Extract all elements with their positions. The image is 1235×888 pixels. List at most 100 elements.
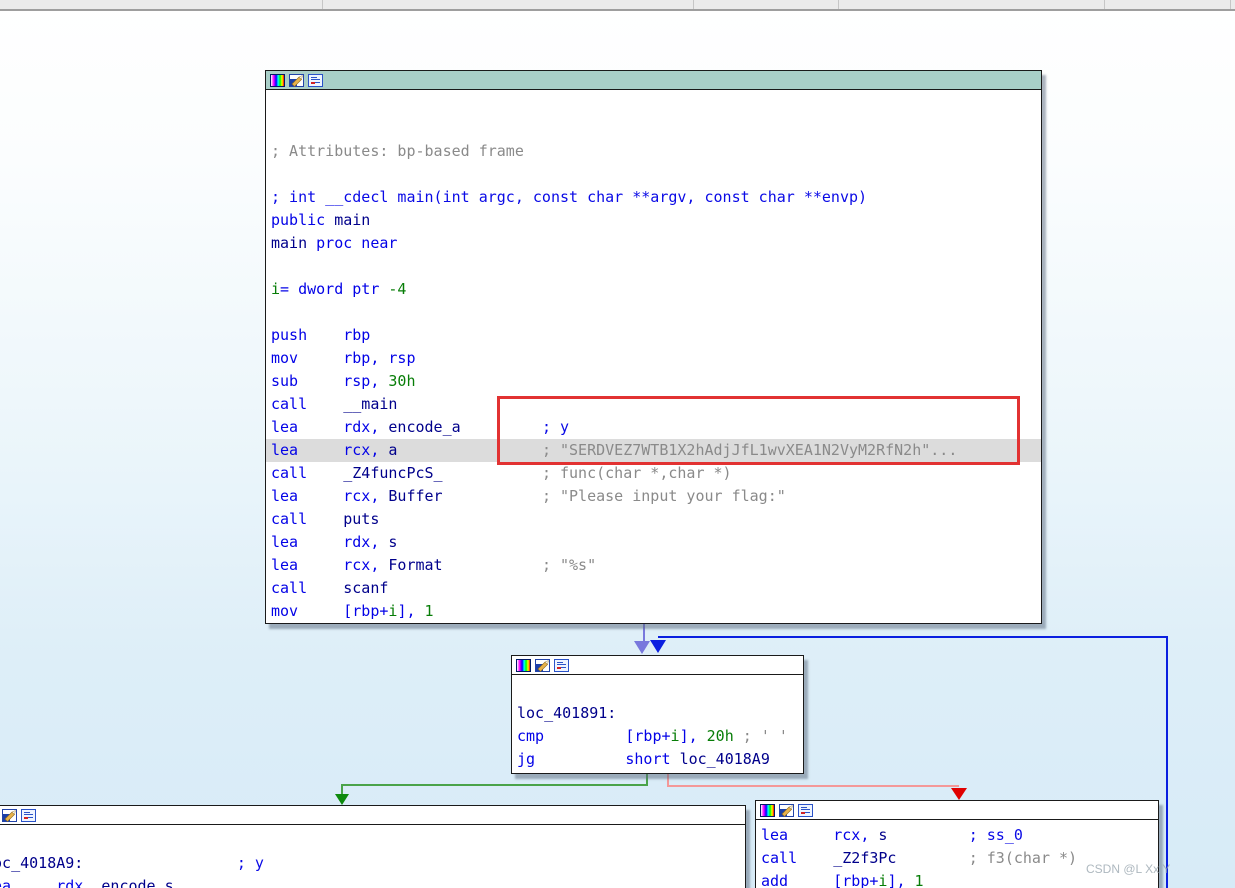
code-token-ins: lea rcx, — [761, 826, 879, 844]
node-color-icon[interactable] — [760, 803, 775, 817]
code-token-num: 30h — [388, 372, 416, 390]
edge-true-horizontal — [341, 784, 648, 786]
code-line[interactable]: jg short loc_4018A9 — [512, 748, 803, 771]
node-group-icon[interactable] — [21, 808, 36, 822]
code-line[interactable]: push rbp — [266, 324, 1041, 347]
code-token-ins: = dword ptr — [280, 280, 389, 298]
code-token-ins: lea rdx, — [271, 418, 389, 436]
node-group-icon[interactable] — [798, 803, 813, 817]
code-line[interactable]: lea rdx, s — [266, 531, 1041, 554]
code-line[interactable] — [266, 255, 1041, 278]
disassembly-code[interactable]: loc_4018A9: ; ylea rdx, encode_s — [0, 825, 745, 888]
code-token-name: loc_401891: — [517, 704, 617, 722]
code-token-var: i — [670, 727, 680, 745]
code-line[interactable] — [266, 94, 1041, 117]
code-line[interactable]: lea rcx, s ; ss_0 — [756, 824, 1158, 847]
arrowhead-loopback — [650, 640, 666, 653]
code-line[interactable]: mov rbp, rsp — [266, 347, 1041, 370]
arrowhead-fallthrough — [634, 641, 650, 654]
code-line[interactable]: i= dword ptr -4 — [266, 278, 1041, 301]
code-line[interactable]: mov [rbp+i], 1 — [266, 600, 1041, 623]
code-line[interactable]: public main — [266, 209, 1041, 232]
edge-false-horizontal — [667, 785, 959, 787]
code-line[interactable]: ; int __cdecl main(int argc, const char … — [266, 186, 1041, 209]
tab-separator — [322, 0, 323, 9]
code-token-name: encode_s — [101, 877, 174, 888]
code-line[interactable]: main proc near — [266, 232, 1041, 255]
code-token-name: s — [388, 533, 398, 551]
tab-separator — [693, 0, 694, 9]
code-line[interactable]: lea rcx, Format ; "%s" — [266, 554, 1041, 577]
basic-block-main[interactable]: ; Attributes: bp-based frame ; int __cde… — [265, 70, 1042, 624]
node-color-icon[interactable] — [516, 658, 531, 672]
code-token-ins: lea rdx, — [271, 533, 389, 551]
code-line[interactable]: sub rsp, 30h — [266, 370, 1041, 393]
code-line[interactable]: lea rdx, encode_s — [0, 875, 745, 888]
code-token-num: 20h — [706, 727, 734, 745]
node-title-bar[interactable] — [756, 801, 1158, 820]
disassembly-code[interactable]: loc_401891:cmp [rbp+i], 20h ; ' ' jg shor… — [512, 675, 803, 771]
tab-separator — [1230, 0, 1231, 9]
node-edit-icon[interactable] — [779, 803, 794, 817]
window-top-strip — [0, 0, 1235, 11]
code-token-cmt: ; "%s" — [541, 556, 597, 574]
disassembly-code[interactable]: lea rcx, s ; ss_0 call _Z2f3Pc ; f3(char … — [756, 820, 1158, 888]
code-line[interactable]: call scanf — [266, 577, 1041, 600]
code-line[interactable]: call _Z4funcPcS_ ; func(char *,char *) — [266, 462, 1041, 485]
node-title-bar[interactable] — [266, 71, 1041, 90]
code-line[interactable]: cmp [rbp+i], 20h ; ' ' — [512, 725, 803, 748]
code-token-ins: call — [271, 395, 344, 413]
code-token-cmt: ; func(char *,char *) — [541, 464, 732, 482]
code-token-ins: lea rcx, — [271, 556, 389, 574]
node-group-icon[interactable] — [308, 73, 323, 87]
basic-block-loc-401891[interactable]: loc_401891:cmp [rbp+i], 20h ; ' ' jg shor… — [511, 655, 804, 774]
node-edit-icon[interactable] — [535, 658, 550, 672]
code-line[interactable]: lea rcx, Buffer ; "Please input your fla… — [266, 485, 1041, 508]
code-token-ins: call — [271, 510, 344, 528]
node-edit-icon[interactable] — [289, 73, 304, 87]
basic-block-loc-4018A9[interactable]: loc_4018A9: ; ylea rdx, encode_s — [0, 805, 746, 888]
code-token-ins: public — [271, 211, 335, 229]
code-token-ins: ], — [887, 872, 915, 888]
node-group-icon[interactable] — [554, 658, 569, 672]
code-token-ins: lea rcx, — [271, 487, 389, 505]
code-token-cmt: ; f3(char *) — [968, 849, 1078, 867]
code-token-ins: ], — [397, 602, 425, 620]
code-token-name: loc_4018A9: — [0, 854, 84, 872]
code-token-name: main — [271, 234, 308, 252]
code-line[interactable] — [266, 117, 1041, 140]
code-line[interactable] — [266, 163, 1041, 186]
code-line[interactable]: loc_401891: — [512, 702, 803, 725]
code-token-cmtb: ; int __cdecl main(int argc, const char … — [271, 188, 868, 206]
code-token-ins: ], — [679, 727, 707, 745]
code-token-ins: mov rbp, rsp — [271, 349, 416, 367]
node-title-bar[interactable] — [0, 806, 745, 825]
code-line[interactable] — [0, 829, 745, 852]
node-title-bar[interactable] — [512, 656, 803, 675]
tab-separator — [838, 0, 839, 9]
code-line[interactable]: loc_4018A9: ; y — [0, 852, 745, 875]
edge-loopback-vertical — [1166, 636, 1168, 888]
code-line[interactable]: ; Attributes: bp-based frame — [266, 140, 1041, 163]
code-token-name: main — [334, 211, 371, 229]
code-token-cmt: ; Attributes: bp-based frame — [271, 142, 524, 160]
code-line[interactable] — [512, 679, 803, 702]
node-edit-icon[interactable] — [2, 808, 17, 822]
code-line[interactable] — [266, 301, 1041, 324]
code-line[interactable]: call puts — [266, 508, 1041, 531]
code-token-name: scanf — [343, 579, 389, 597]
node-color-icon[interactable] — [270, 73, 285, 87]
code-token-name: __main — [343, 395, 398, 413]
edge-loopback-horizontal — [658, 636, 1168, 638]
code-token-num: 1 — [914, 872, 924, 888]
code-token-var: i — [271, 280, 281, 298]
disassembly-code[interactable]: ; Attributes: bp-based frame ; int __cde… — [266, 90, 1041, 623]
code-token-name: loc_4018A9 — [679, 750, 770, 768]
